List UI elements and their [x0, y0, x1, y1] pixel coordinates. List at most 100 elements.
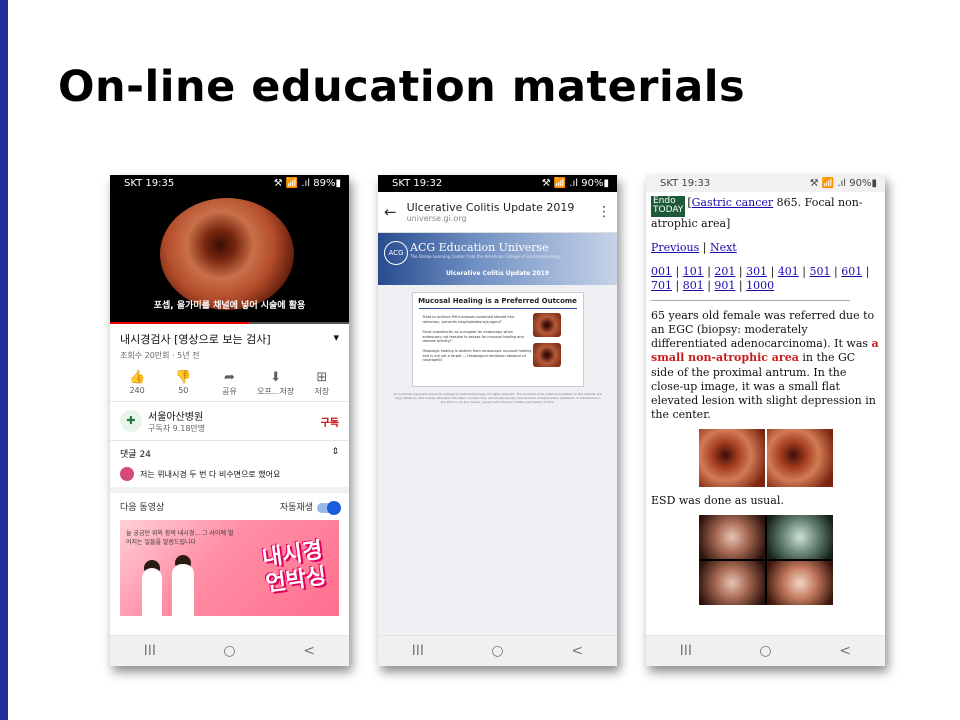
back-button[interactable]: < — [557, 643, 597, 659]
video-actions: 👍 240 👎 50 ➦ 공유 ⬇ 오프...저장 ⊞ 저장 — [110, 364, 349, 402]
autoplay-label: 자동재생 — [279, 503, 313, 513]
previous-link[interactable]: Previous — [651, 241, 699, 254]
next-link[interactable]: Next — [710, 241, 737, 254]
android-nav-bar: III ○ < — [378, 635, 617, 666]
lecture-slide[interactable]: Mucosal Healing is a Preferred Outcome T… — [411, 292, 584, 387]
link-separator: | — [735, 265, 747, 279]
save-playlist-icon: ⊞ — [316, 370, 328, 385]
page-content: ACG ACG Education Universe The Online Le… — [378, 233, 617, 640]
page-index-links: 001 | 101 | 201 | 301 | 401 | 501 | 601 … — [651, 265, 880, 293]
gastric-cancer-link[interactable]: Gastric cancer — [692, 196, 774, 209]
channel-name: 서울아산병원 — [148, 412, 204, 423]
link-separator: | — [798, 265, 810, 279]
android-nav-bar: III ○ < — [646, 635, 885, 666]
back-button[interactable]: < — [289, 643, 329, 659]
comments-count: 24 — [139, 450, 151, 460]
comments-section[interactable]: 댓글 24 ⇕ 저는 위내시경 두 번 다 비수면으로 했어요 — [110, 441, 349, 493]
status-icons: ⚒ 📶 .ıl 90%▮ — [541, 178, 609, 189]
back-arrow-icon[interactable]: ← — [384, 203, 397, 221]
back-button[interactable]: < — [825, 643, 865, 659]
download-icon: ⬇ — [270, 370, 282, 385]
recent-apps-button[interactable]: III — [666, 643, 706, 659]
link-separator: | — [767, 265, 778, 279]
recent-apps-button[interactable]: III — [398, 643, 438, 659]
dislike-button[interactable]: 👎 50 — [164, 370, 202, 397]
acg-banner-subtitle: The Online Learning Center from the Amer… — [410, 254, 562, 259]
video-progress-fill — [110, 322, 249, 324]
autoplay-toggle[interactable] — [317, 500, 341, 515]
thumbs-up-icon: 👍 — [129, 370, 146, 385]
acg-banner-name: ACG Education Universe — [410, 241, 549, 254]
home-button[interactable]: ○ — [477, 643, 517, 659]
esd-text: ESD was done as usual. — [651, 493, 784, 507]
status-time: SKT 19:32 — [392, 178, 443, 189]
slide-heading: Mucosal Healing is a Preferred Outcome — [418, 297, 577, 305]
page-link-501[interactable]: 501 — [810, 265, 831, 278]
pagination-nav: Previous | Next — [651, 240, 737, 254]
video-player[interactable]: 포셉, 올가미를 채널에 넣어 시술에 활용 — [110, 192, 349, 324]
slide-bullet: Fecal calprotectin as surrogate for endo… — [422, 330, 524, 344]
next-video-thumbnail[interactable]: 늘 궁금던 위와 장의 내시경... 그 사이에 벌어지는 일들을 말씀드립니다… — [120, 520, 339, 616]
channel-subscribers: 구독자 9.18만명 — [148, 424, 206, 433]
subscribe-button[interactable]: 구독 — [321, 414, 339, 429]
page-link-901[interactable]: 901 — [714, 279, 735, 292]
copyright-fine-print: All Contents Copyright American College … — [393, 392, 602, 404]
acg-banner: ACG ACG Education Universe The Online Le… — [378, 233, 617, 285]
page-content: Endo TODAY[Gastric cancer 865. Focal non-… — [646, 196, 885, 605]
save-playlist-button[interactable]: ⊞ 저장 — [303, 370, 341, 397]
endoscopy-images[interactable] — [698, 428, 833, 487]
page-link-1000[interactable]: 1000 — [746, 279, 774, 292]
expand-chevron-icon[interactable]: ▾ — [333, 331, 339, 347]
video-title-row[interactable]: 내시경검사 [영상으로 보는 검사] ▾ — [110, 324, 349, 347]
expand-comments-icon[interactable]: ⇕ — [331, 447, 339, 460]
thumbnail-headline: 내시경 언박싱 — [260, 538, 329, 598]
more-options-icon[interactable]: ⋮ — [597, 204, 611, 220]
esd-procedure-images[interactable] — [698, 514, 833, 605]
page-link-701[interactable]: 701 — [651, 279, 672, 292]
page-heading: Endo TODAY[Gastric cancer 865. Focal non-… — [651, 196, 863, 230]
page-link-801[interactable]: 801 — [683, 279, 704, 292]
slide-bullet: Histologic healing is distinct from endo… — [422, 349, 532, 363]
divider — [651, 300, 850, 302]
first-comment-text: 저는 위내시경 두 번 다 비수면으로 했어요 — [140, 469, 281, 479]
status-icons: ⚒ 📶 .ıl 90%▮ — [809, 178, 877, 189]
page-link-301[interactable]: 301 — [746, 265, 767, 278]
phone-youtube-screenshot: SKT 19:35 ⚒ 📶 .ıl 89%▮ 포셉, 올가미를 채널에 넣어 시… — [110, 175, 349, 666]
video-caption: 포셉, 올가미를 채널에 넣어 시술에 활용 — [153, 301, 306, 311]
presenter-body — [172, 564, 194, 616]
slide-divider — [418, 308, 577, 309]
up-next-label: 다음 동영상 — [120, 503, 165, 513]
link-separator: | — [735, 279, 747, 293]
presenter-body — [142, 568, 162, 616]
page-link-601[interactable]: 601 — [841, 265, 862, 278]
endotoday-logo[interactable]: Endo TODAY — [651, 196, 686, 217]
page-link-201[interactable]: 201 — [714, 265, 735, 278]
channel-row[interactable]: ✚ 서울아산병원 구독자 9.18만명 구독 — [110, 402, 349, 441]
up-next-row: 다음 동영상 자동재생 — [110, 493, 349, 520]
video-progress-bar[interactable] — [110, 322, 349, 324]
thumbs-down-icon: 👎 — [175, 370, 192, 385]
endoscopy-image — [532, 313, 561, 337]
like-button[interactable]: 👍 240 — [118, 370, 156, 397]
page-link-001[interactable]: 001 — [651, 265, 672, 278]
home-button[interactable]: ○ — [745, 643, 785, 659]
browser-url-bar: ← Ulcerative Colitis Update 2019 univers… — [378, 192, 617, 233]
acg-logo-icon: ACG — [384, 241, 408, 265]
page-link-401[interactable]: 401 — [778, 265, 799, 278]
share-button[interactable]: ➦ 공유 — [210, 370, 248, 397]
status-time: SKT 19:33 — [660, 178, 711, 189]
offline-save-button[interactable]: ⬇ 오프...저장 — [257, 370, 295, 397]
slide-left-accent-bar — [0, 0, 8, 720]
page-link-101[interactable]: 101 — [683, 265, 704, 278]
status-bar: SKT 19:35 ⚒ 📶 .ıl 89%▮ — [110, 175, 349, 192]
page-url: universe.gi.org — [406, 214, 467, 223]
slide-bullet: Treat to achieve MH increases sustained … — [422, 315, 515, 324]
recent-apps-button[interactable]: III — [130, 643, 170, 659]
slide-title: On-line education materials — [58, 62, 746, 112]
phone-acg-screenshot: SKT 19:32 ⚒ 📶 .ıl 90%▮ ← Ulcerative Coli… — [378, 175, 617, 666]
home-button[interactable]: ○ — [209, 643, 249, 659]
video-meta: 조회수 20만회 · 5년 전 — [120, 351, 200, 360]
video-title: 내시경검사 [영상으로 보는 검사] — [120, 333, 271, 346]
share-icon: ➦ — [224, 370, 235, 385]
status-icons: ⚒ 📶 .ıl 89%▮ — [273, 178, 341, 189]
